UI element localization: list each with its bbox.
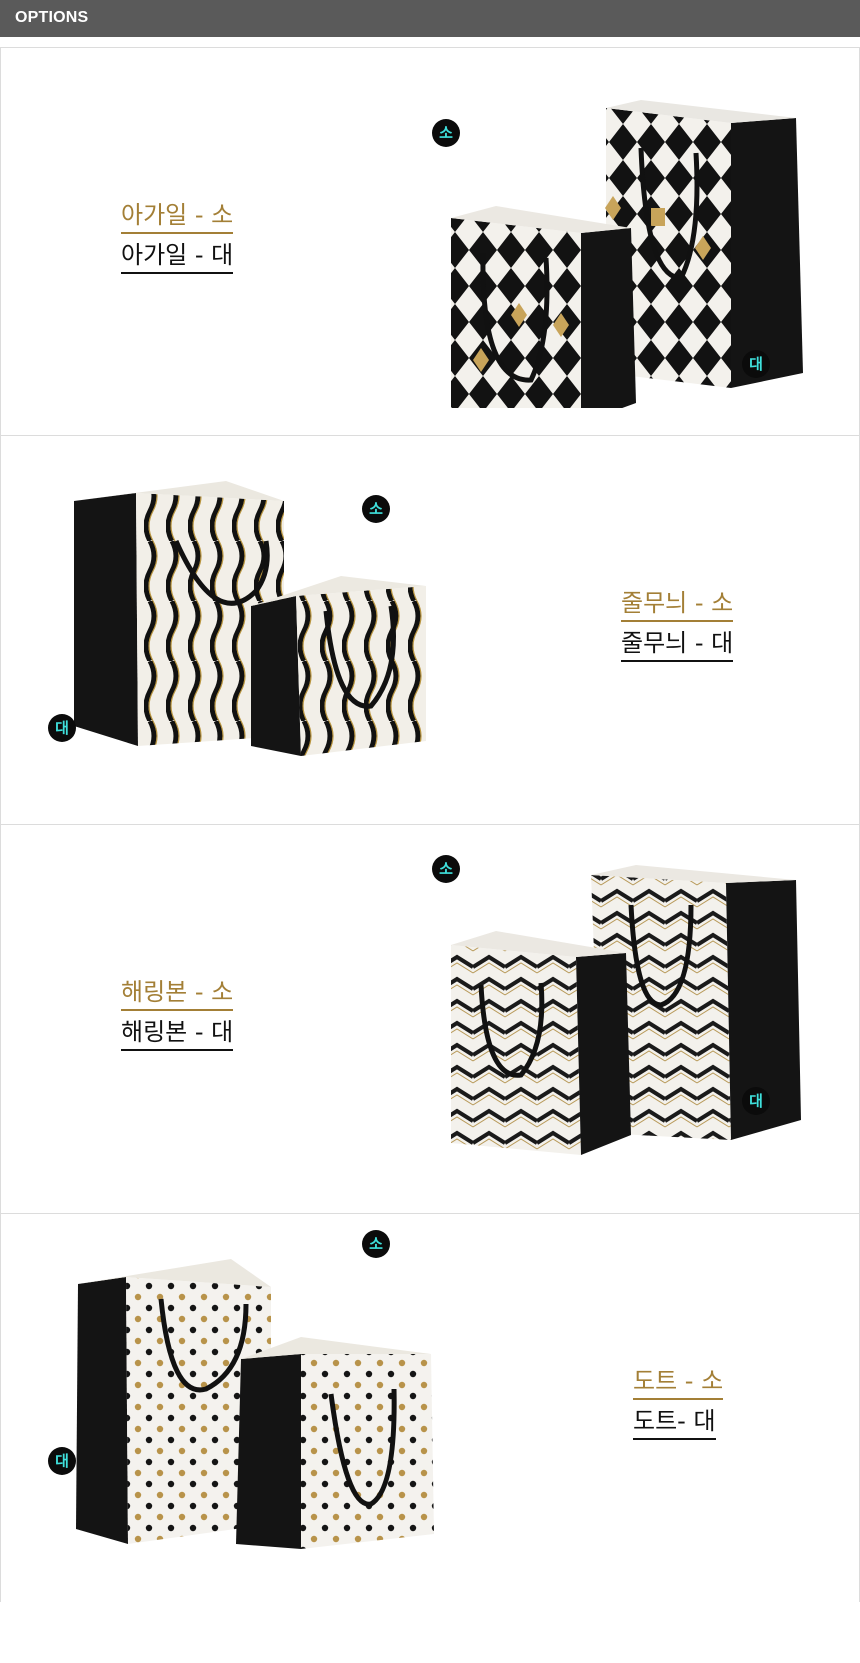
small-size-badge: 소: [432, 119, 460, 147]
large-size-badge: 대: [48, 1447, 76, 1475]
small-size-badge: 소: [362, 495, 390, 523]
option-large-label[interactable]: 해링본 - 대: [121, 1015, 234, 1051]
option-panel-stripe[interactable]: 줄무늬 - 소 줄무늬 - 대 소 대: [0, 435, 860, 826]
option-large-label[interactable]: 줄무늬 - 대: [621, 626, 734, 662]
option-small-label[interactable]: 줄무늬 - 소: [621, 586, 734, 622]
large-size-badge: 대: [742, 350, 770, 378]
option-panel-argyle[interactable]: 아가일 - 소 아가일 - 대 소 대: [0, 47, 860, 437]
option-large-label[interactable]: 도트- 대: [633, 1404, 716, 1440]
option-small-label[interactable]: 아가일 - 소: [121, 198, 234, 234]
option-labels: 줄무늬 - 소 줄무늬 - 대: [621, 586, 734, 666]
option-labels: 해링본 - 소 해링본 - 대: [121, 975, 234, 1055]
dot-bags-image: [76, 1259, 434, 1549]
large-size-badge: 대: [742, 1087, 770, 1115]
large-size-badge: 대: [48, 714, 76, 742]
option-small-label[interactable]: 해링본 - 소: [121, 975, 234, 1011]
option-large-label[interactable]: 아가일 - 대: [121, 238, 234, 274]
header-title: OPTIONS: [15, 9, 89, 26]
option-panel-herringbone[interactable]: 해링본 - 소 해링본 - 대 소 대: [0, 824, 860, 1215]
option-labels: 도트 - 소 도트- 대: [633, 1364, 724, 1444]
options-header: OPTIONS: [0, 0, 860, 37]
option-labels: 아가일 - 소 아가일 - 대: [121, 198, 234, 278]
option-panel-dot[interactable]: 도트 - 소 도트- 대 소 대: [0, 1213, 860, 1604]
stripe-bags-image: [74, 481, 426, 756]
small-size-badge: 소: [432, 855, 460, 883]
option-small-label[interactable]: 도트 - 소: [633, 1364, 724, 1400]
herringbone-bags-image: [451, 865, 801, 1155]
small-size-badge: 소: [362, 1230, 390, 1258]
page-footer-space: [0, 1602, 860, 1663]
